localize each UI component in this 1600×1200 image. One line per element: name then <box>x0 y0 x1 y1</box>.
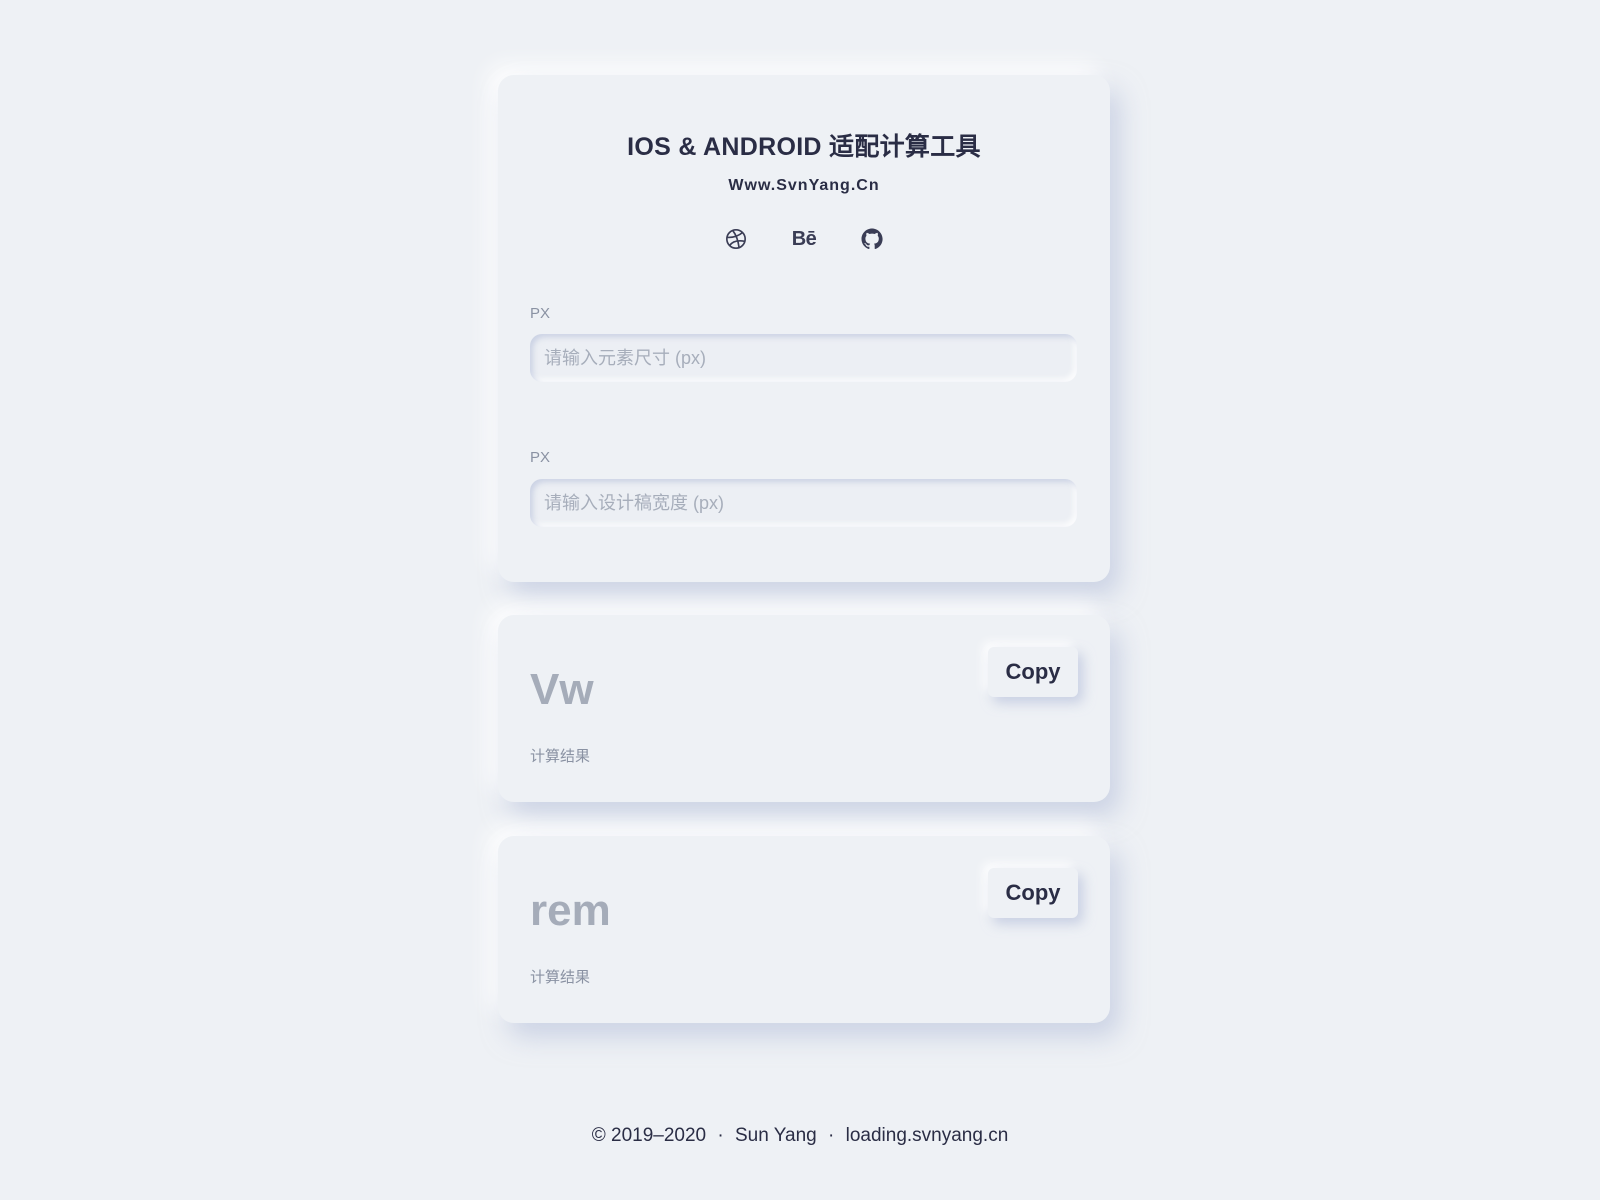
rem-result-caption: 计算结果 <box>530 969 591 986</box>
element-size-input[interactable] <box>530 334 1077 382</box>
social-links: Bē <box>498 227 1110 251</box>
dribbble-link[interactable] <box>724 227 748 251</box>
vw-copy-button[interactable]: Copy <box>988 647 1078 697</box>
github-icon <box>861 228 883 250</box>
rem-result-value: rem <box>530 886 611 935</box>
footer: © 2019–2020 · Sun Yang · loading.svnyang… <box>0 1125 1600 1147</box>
footer-site-link[interactable]: loading.svnyang.cn <box>846 1125 1009 1146</box>
design-width-label: PX <box>530 449 551 466</box>
vw-result-value: Vw <box>530 665 594 714</box>
vw-result-card: Vw 计算结果 Copy <box>498 615 1110 802</box>
page: IOS & ANDROID 适配计算工具 Www.SvnYang.Cn Bē P… <box>0 0 1600 1200</box>
vw-result-caption: 计算结果 <box>530 748 591 765</box>
github-link[interactable] <box>860 227 884 251</box>
element-size-label: PX <box>530 305 551 322</box>
design-width-input[interactable] <box>530 479 1077 527</box>
footer-separator: · <box>828 1125 835 1146</box>
dribbble-icon <box>726 229 746 249</box>
footer-author: Sun Yang <box>735 1125 817 1146</box>
footer-copyright: © 2019–2020 <box>591 1125 707 1146</box>
rem-copy-button[interactable]: Copy <box>988 868 1078 918</box>
behance-icon: Bē <box>791 227 817 250</box>
footer-separator: · <box>717 1125 724 1146</box>
behance-link[interactable]: Bē <box>791 227 817 251</box>
page-title: IOS & ANDROID 适配计算工具 <box>627 133 981 161</box>
site-subtitle: Www.SvnYang.Cn <box>728 177 880 194</box>
input-card: IOS & ANDROID 适配计算工具 Www.SvnYang.Cn Bē P… <box>498 75 1110 582</box>
rem-result-card: rem 计算结果 Copy <box>498 836 1110 1023</box>
